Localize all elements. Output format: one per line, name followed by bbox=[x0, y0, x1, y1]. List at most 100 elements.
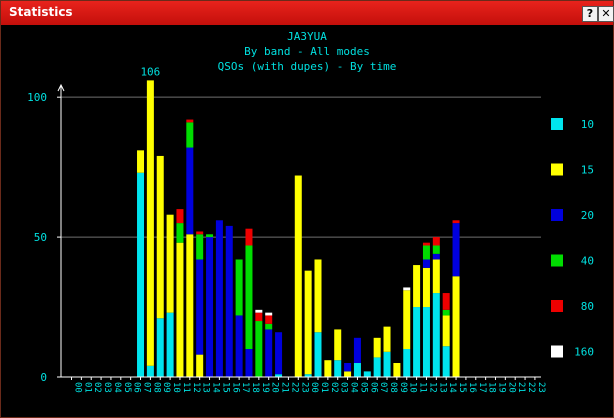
bar-23-23-band-15 bbox=[294, 175, 302, 377]
x-tick-label-40: 16 bbox=[467, 382, 477, 393]
x-tick-label-18: 18 bbox=[250, 382, 260, 393]
x-tick-label-14: 14 bbox=[211, 382, 221, 393]
bar-12-12-band-20 bbox=[186, 147, 194, 235]
bar-17-17-band-20 bbox=[235, 315, 243, 377]
bar-18-18-band-20 bbox=[245, 349, 253, 377]
legend-swatch-20 bbox=[551, 209, 563, 221]
x-tick-label-10: 10 bbox=[171, 382, 181, 393]
x-tick-label-46: 22 bbox=[526, 382, 536, 393]
bars-group bbox=[137, 80, 460, 377]
bar-03-27-band-10 bbox=[334, 360, 342, 377]
bar-05-29-band-20 bbox=[353, 337, 361, 364]
bar-00-24-band-15 bbox=[304, 270, 312, 375]
bar-13-13-band-80 bbox=[196, 231, 204, 235]
close-button[interactable]: ✕ bbox=[598, 6, 614, 22]
legend-label-80: 80 bbox=[581, 300, 594, 313]
bar-07-31-band-10 bbox=[373, 357, 381, 377]
bar-13-37-band-40 bbox=[432, 245, 440, 254]
bar-07-7-band-10 bbox=[137, 172, 145, 377]
bar-14-14-band-40 bbox=[206, 234, 214, 238]
x-tick-label-41: 17 bbox=[477, 382, 487, 393]
x-tick-label-27: 03 bbox=[339, 382, 349, 393]
bar-13-13-band-20 bbox=[196, 259, 204, 355]
bar-13-37-band-15 bbox=[432, 259, 440, 294]
legend-label-15: 15 bbox=[581, 164, 594, 177]
legend-swatch-15 bbox=[551, 163, 563, 176]
bar-14-38-band-80 bbox=[442, 293, 450, 310]
bar-03-27-band-15 bbox=[334, 329, 342, 361]
chart-subtitle-1: By band - All modes bbox=[244, 45, 370, 58]
bar-11-11-band-15 bbox=[176, 242, 184, 377]
axes-group: 05010000 01 02 03 04 05 06 07 08 09 10 11 12 13 14 15 16… bbox=[27, 65, 546, 392]
x-tick-label-11: 11 bbox=[181, 382, 191, 393]
x-tick-label-22: 22 bbox=[289, 382, 299, 393]
bar-09-9-band-10 bbox=[156, 318, 164, 377]
window-title: Statistics bbox=[9, 5, 73, 19]
x-tick-label-35: 11 bbox=[418, 382, 428, 393]
chart-subtitle-2: QSOs (with dupes) - By time bbox=[218, 60, 397, 73]
bar-08-8-band-10 bbox=[146, 365, 154, 377]
x-tick-label-2: 02 bbox=[92, 382, 102, 393]
x-tick-label-36: 12 bbox=[427, 382, 437, 393]
bar-20-20-band-80 bbox=[265, 315, 273, 324]
bar-08-8-band-15 bbox=[146, 80, 154, 366]
x-tick-label-30: 06 bbox=[368, 382, 378, 393]
bar-19-19-band-80 bbox=[255, 312, 263, 322]
legend-label-40: 40 bbox=[581, 255, 594, 268]
x-tick-label-43: 19 bbox=[496, 382, 506, 393]
bar-12-12-band-15 bbox=[186, 234, 194, 377]
bar-09-33-band-15 bbox=[393, 363, 401, 377]
x-tick-label-13: 13 bbox=[201, 382, 211, 393]
bar-04-28-band-15 bbox=[344, 371, 352, 377]
bar-13-13-band-40 bbox=[196, 234, 204, 260]
x-tick-label-3: 03 bbox=[102, 382, 112, 393]
bar-13-13-band-15 bbox=[196, 354, 204, 377]
x-tick-label-21: 21 bbox=[280, 382, 290, 393]
y-tick-label-100: 100 bbox=[27, 91, 47, 104]
bar-14-38-band-15 bbox=[442, 315, 450, 347]
x-tick-label-20: 20 bbox=[270, 382, 280, 393]
x-tick-label-5: 05 bbox=[122, 382, 132, 393]
x-tick-label-15: 15 bbox=[220, 382, 230, 393]
x-tick-label-32: 08 bbox=[388, 382, 398, 393]
x-tick-label-37: 13 bbox=[437, 382, 447, 393]
bar-13-37-band-20 bbox=[432, 253, 440, 260]
x-tick-label-23: 23 bbox=[299, 382, 309, 393]
bar-14-14-band-20 bbox=[206, 237, 214, 377]
x-tick-label-31: 07 bbox=[378, 382, 388, 393]
legend-label-20: 20 bbox=[581, 209, 594, 222]
bar-15-39-band-80 bbox=[452, 220, 460, 224]
bar-12-12-band-40 bbox=[186, 122, 194, 148]
x-tick-label-45: 21 bbox=[516, 382, 526, 393]
bar-13-37-band-10 bbox=[432, 293, 440, 377]
bar-10-34-band-10 bbox=[403, 349, 411, 377]
x-tick-label-0: 00 bbox=[73, 382, 83, 393]
bar-08-32-band-15 bbox=[383, 326, 391, 352]
bar-12-36-band-80 bbox=[422, 242, 430, 246]
bar-11-35-band-10 bbox=[413, 307, 421, 377]
bar-14-38-band-40 bbox=[442, 309, 450, 316]
bar-19-19-band-40 bbox=[255, 321, 263, 377]
bar-12-36-band-15 bbox=[422, 267, 430, 308]
bar-12-36-band-20 bbox=[422, 259, 430, 268]
bar-05-29-band-10 bbox=[353, 363, 361, 377]
bar-09-9-band-15 bbox=[156, 155, 164, 319]
bar-08-32-band-10 bbox=[383, 351, 391, 377]
x-tick-label-7: 07 bbox=[142, 382, 152, 393]
bar-21-21-band-20 bbox=[275, 332, 283, 375]
x-tick-label-19: 19 bbox=[260, 382, 270, 393]
x-tick-label-8: 08 bbox=[151, 382, 161, 393]
bar-20-20-band-160 bbox=[265, 312, 273, 316]
help-button[interactable]: ? bbox=[582, 6, 598, 22]
x-tick-label-12: 12 bbox=[191, 382, 201, 393]
bar-20-20-band-40 bbox=[265, 323, 273, 330]
bar-11-11-band-80 bbox=[176, 209, 184, 224]
x-tick-label-47: 23 bbox=[536, 382, 546, 393]
bar-04-28-band-20 bbox=[344, 363, 352, 372]
bar-15-39-band-20 bbox=[452, 223, 460, 277]
x-tick-label-28: 04 bbox=[349, 382, 359, 393]
legend-label-10: 10 bbox=[581, 118, 594, 131]
bar-10-34-band-160 bbox=[403, 287, 411, 291]
bar-11-11-band-40 bbox=[176, 223, 184, 243]
bar-10-34-band-15 bbox=[403, 290, 411, 350]
